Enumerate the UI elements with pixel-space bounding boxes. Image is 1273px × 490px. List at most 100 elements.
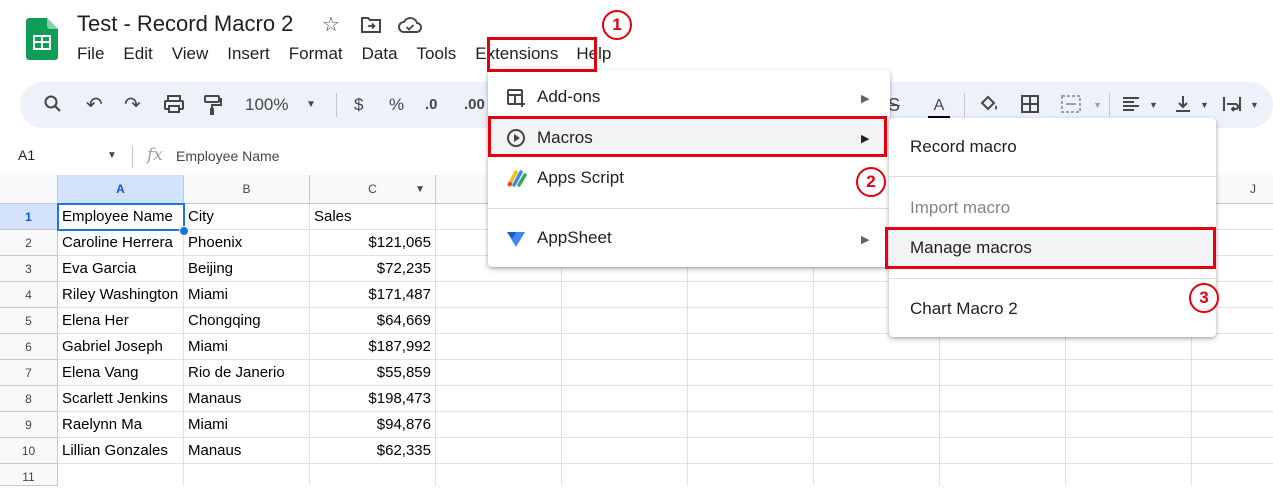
appsheet-icon (507, 232, 525, 247)
table-cell[interactable]: Riley Washington (58, 282, 184, 308)
row-header[interactable]: 6 (0, 334, 58, 360)
menu-tools[interactable]: Tools (417, 44, 457, 66)
chevron-down-icon[interactable]: ▼ (1093, 94, 1102, 116)
table-cell[interactable]: Caroline Herrera (58, 230, 184, 256)
horizontal-align-icon[interactable] (1121, 94, 1141, 116)
table-cell[interactable]: $171,487 (310, 282, 436, 308)
text-color-letter: A (933, 97, 945, 114)
format-percent-button[interactable]: % (389, 94, 404, 116)
menu-item-chart-macro-2[interactable]: Chart Macro 2 (910, 299, 1018, 319)
zoom-value: 100% (245, 95, 289, 114)
table-cell[interactable]: Miami (184, 282, 310, 308)
filter-dropdown-icon[interactable]: ▼ (415, 175, 425, 204)
select-all-corner[interactable] (0, 175, 58, 204)
table-cell[interactable]: Lillian Gonzales (58, 438, 184, 464)
toolbar-divider (336, 93, 337, 117)
google-sheets-logo-icon[interactable] (26, 18, 58, 60)
table-cell[interactable]: Miami (184, 334, 310, 360)
fill-color-icon[interactable] (978, 94, 1000, 116)
menu-insert[interactable]: Insert (227, 44, 270, 66)
menu-view[interactable]: View (172, 44, 209, 66)
row-header[interactable]: 2 (0, 230, 58, 256)
chevron-down-icon[interactable]: ▼ (1250, 94, 1259, 116)
menu-item-record-macro[interactable]: Record macro (910, 137, 1017, 157)
name-box[interactable]: A1 (18, 147, 35, 163)
table-cell[interactable]: Rio de Janerio (184, 360, 310, 386)
table-cell[interactable]: Elena Her (58, 308, 184, 334)
step-badge-1: 1 (602, 10, 632, 40)
text-wrapping-icon[interactable] (1222, 94, 1244, 116)
table-cell[interactable]: Gabriel Joseph (58, 334, 184, 360)
table-cell[interactable]: Manaus (184, 438, 310, 464)
column-header-c[interactable]: C ▼ (310, 175, 436, 204)
active-cell-outline (57, 203, 185, 231)
merge-cells-icon[interactable] (1060, 94, 1082, 116)
decrease-decimal-button[interactable]: .0 (425, 94, 438, 116)
menu-data[interactable]: Data (362, 44, 398, 66)
borders-icon[interactable] (1020, 94, 1040, 116)
table-cell[interactable]: Sales (310, 204, 436, 230)
chevron-down-icon[interactable]: ▼ (1149, 94, 1158, 116)
table-cell[interactable]: $121,065 (310, 230, 436, 256)
chevron-down-icon[interactable]: ▼ (1200, 94, 1209, 116)
row-header[interactable]: 1 (0, 204, 58, 230)
row-header[interactable]: 7 (0, 360, 58, 386)
row-header[interactable]: 8 (0, 386, 58, 412)
row-header[interactable]: 11 (0, 464, 58, 486)
fill-handle[interactable] (179, 226, 189, 236)
paint-format-icon[interactable] (202, 94, 222, 116)
table-cell[interactable]: Miami (184, 412, 310, 438)
table-cell[interactable]: Phoenix (184, 230, 310, 256)
print-icon[interactable] (163, 94, 185, 116)
menu-item-apps-script[interactable]: Apps Script (537, 168, 624, 188)
menu-format[interactable]: Format (289, 44, 343, 66)
table-cell[interactable]: Raelynn Ma (58, 412, 184, 438)
row-header[interactable]: 4 (0, 282, 58, 308)
text-color-button[interactable]: A (928, 94, 950, 120)
zoom-select[interactable]: 100% (245, 94, 288, 116)
menu-item-appsheet[interactable]: AppSheet (537, 228, 612, 248)
table-cell[interactable]: Eva Garcia (58, 256, 184, 282)
table-cell[interactable]: $62,335 (310, 438, 436, 464)
table-cell[interactable]: $55,859 (310, 360, 436, 386)
menu-item-import-macro: Import macro (910, 198, 1011, 217)
format-currency-button[interactable]: $ (354, 94, 363, 116)
row-header[interactable]: 9 (0, 412, 58, 438)
row-header[interactable]: 5 (0, 308, 58, 334)
star-icon[interactable]: ☆ (320, 14, 342, 36)
table-cell[interactable]: City (184, 204, 310, 230)
table-cell[interactable]: Manaus (184, 386, 310, 412)
currency-label: $ (354, 95, 364, 114)
table-cell[interactable]: $94,876 (310, 412, 436, 438)
step-badge-2: 2 (856, 167, 886, 197)
chevron-down-icon[interactable]: ▼ (107, 150, 117, 161)
column-header-b[interactable]: B (184, 175, 310, 204)
table-cell[interactable]: $187,992 (310, 334, 436, 360)
table-cell[interactable]: Beijing (184, 256, 310, 282)
undo-icon[interactable]: ↶ (86, 94, 103, 116)
column-header-a[interactable]: A (58, 175, 184, 204)
row-header[interactable]: 3 (0, 256, 58, 282)
table-cell[interactable]: $198,473 (310, 386, 436, 412)
increase-decimal-button[interactable]: .00 (464, 94, 485, 116)
table-cell[interactable]: Elena Vang (58, 360, 184, 386)
increase-decimal-label: .00 (464, 96, 485, 113)
vertical-align-icon[interactable] (1173, 94, 1193, 116)
menu-file[interactable]: File (77, 44, 104, 66)
menu-edit[interactable]: Edit (123, 44, 152, 66)
formula-input[interactable]: Employee Name (176, 148, 280, 164)
table-cell[interactable]: Chongqing (184, 308, 310, 334)
menu-divider (889, 278, 1216, 279)
empty-cells[interactable] (58, 464, 436, 486)
search-menus-icon[interactable] (43, 94, 63, 116)
menu-item-add-ons[interactable]: Add-ons (537, 87, 600, 107)
document-title[interactable]: Test - Record Macro 2 (77, 11, 293, 37)
table-cell[interactable]: $64,669 (310, 308, 436, 334)
row-header[interactable]: 10 (0, 438, 58, 464)
move-folder-icon[interactable] (360, 15, 382, 35)
table-cell[interactable]: Scarlett Jenkins (58, 386, 184, 412)
table-cell[interactable]: $72,235 (310, 256, 436, 282)
cloud-saved-icon[interactable] (398, 15, 422, 35)
redo-icon[interactable]: ↷ (124, 94, 141, 116)
chevron-down-icon[interactable]: ▼ (306, 94, 316, 116)
